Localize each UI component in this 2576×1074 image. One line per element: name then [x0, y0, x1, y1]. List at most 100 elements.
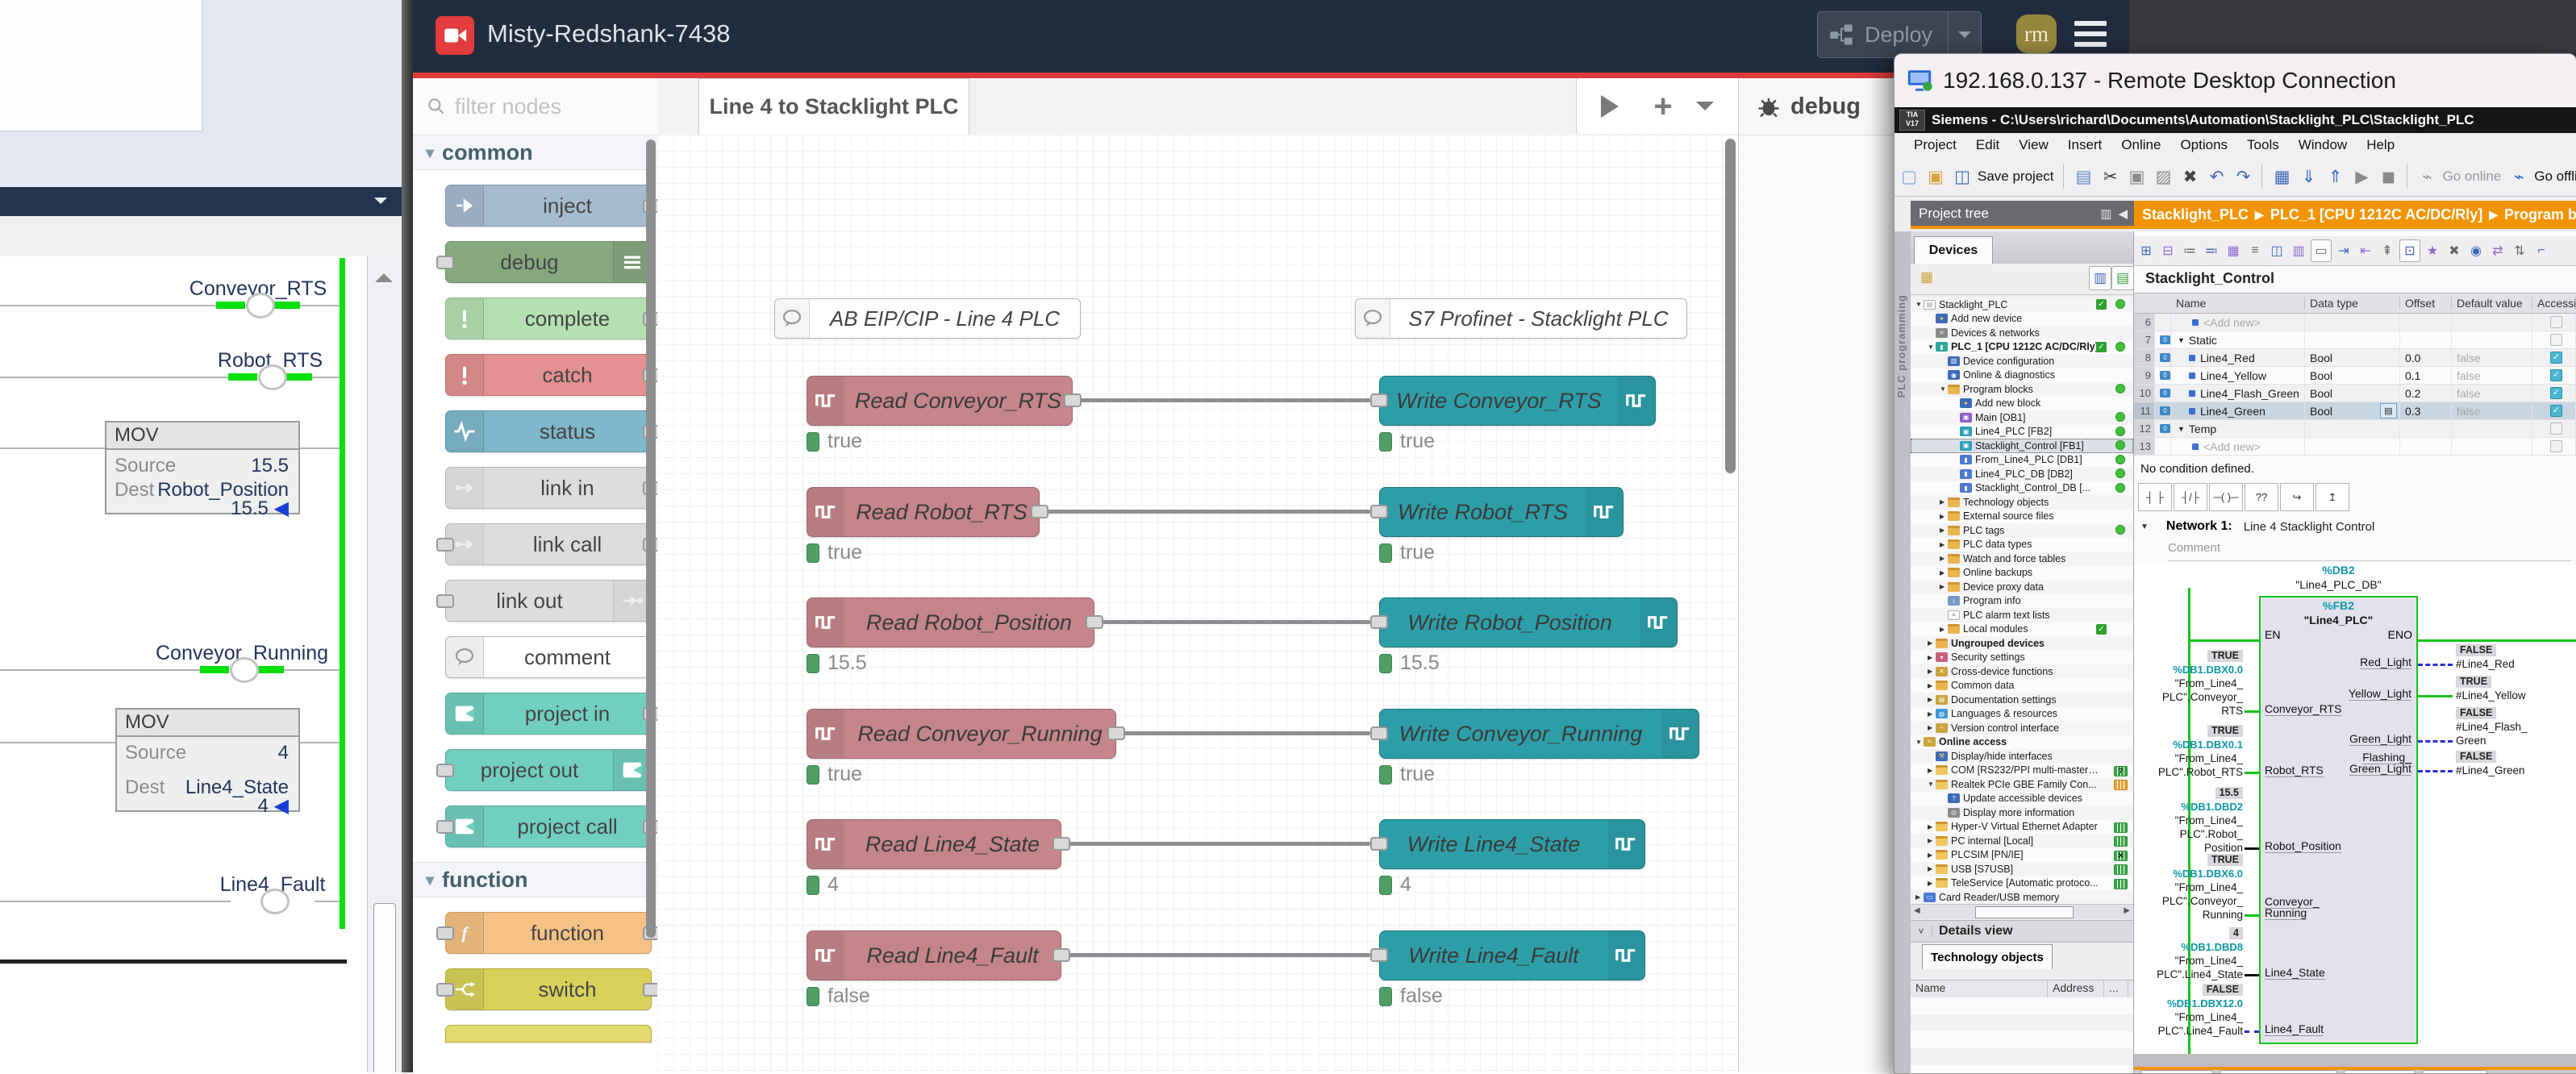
read-node[interactable]: Read Robot_RTS — [807, 487, 1040, 537]
tree-collapsed-icon[interactable]: ▶ — [1928, 837, 1935, 844]
favorite-5-icon[interactable]: ↥ — [2315, 483, 2349, 511]
tree-item-add-new-block[interactable]: ✦Add new block — [1911, 397, 2133, 411]
editor-tool-2-icon[interactable]: ≔ — [2180, 240, 2199, 261]
input-port[interactable] — [436, 764, 454, 777]
input-port[interactable] — [1370, 393, 1388, 407]
tree-item-plcsim-pn-ie-[interactable]: ▶PLCSIM [PN/IE]✕ — [1911, 848, 2133, 863]
tree-item-display-hide-interfaces[interactable]: ⚒Display/hide interfaces — [1911, 749, 2133, 764]
editor-tool-9-icon[interactable]: ⇥ — [2334, 240, 2353, 261]
accessible-checkbox[interactable]: ✓ — [2550, 405, 2562, 417]
input-port[interactable] — [1370, 726, 1388, 740]
var-row-12[interactable]: 120▼Temp — [2134, 420, 2576, 438]
output-port[interactable] — [1064, 393, 1082, 407]
tree-collapsed-icon[interactable]: ▶ — [1940, 498, 1947, 506]
tree-item-watch-and-force-tables[interactable]: ▶Watch and force tables — [1911, 552, 2133, 566]
comment-node[interactable]: S7 Profinet - Stacklight PLC — [1355, 298, 1687, 339]
ladder-scrollbar[interactable] — [367, 256, 402, 1072]
output-coil[interactable] — [230, 657, 259, 683]
go-online-label[interactable]: Go online — [2443, 169, 2502, 185]
details-view-header[interactable]: ˅ Details view — [1911, 920, 2133, 943]
tree-item-ungrouped-devices[interactable]: ▶Ungrouped devices — [1911, 636, 2133, 651]
palette-node-project-out[interactable]: project out — [445, 749, 652, 791]
var-row-6[interactable]: 6<Add new> — [2134, 314, 2576, 331]
undo-icon[interactable]: ↶ — [2205, 164, 2229, 189]
menu-edit[interactable]: Edit — [1976, 137, 1999, 153]
accessible-checkbox[interactable] — [2550, 423, 2562, 435]
output-port[interactable] — [1107, 726, 1125, 740]
tree-collapsed-icon[interactable]: ▶ — [1940, 513, 1947, 520]
compile-icon[interactable]: ▦ — [2270, 164, 2295, 189]
var-row-7[interactable]: 70▼Static — [2134, 331, 2576, 349]
scroll-thumb[interactable] — [373, 903, 396, 1072]
tree-item-usb-s7usb-[interactable]: ▶USB [S7USB] — [1911, 862, 2133, 876]
tree-item-stacklight-control-db-[interactable]: ▮Stacklight_Control_DB [... — [1911, 481, 2133, 496]
output-port[interactable] — [1052, 837, 1070, 851]
output-port[interactable] — [1052, 948, 1070, 962]
filter-nodes-input[interactable] — [453, 94, 634, 120]
output-port[interactable] — [1086, 615, 1103, 629]
main-menu-button[interactable] — [2074, 21, 2107, 52]
go-online-icon[interactable]: ⌁ — [2416, 164, 2440, 189]
save-project-label[interactable]: Save project — [1978, 169, 2054, 185]
tree-item-security-settings[interactable]: ▶▾Security settings — [1911, 651, 2133, 665]
tree-collapsed-icon[interactable]: ▶ — [1915, 893, 1923, 901]
tree-filter-icon[interactable]: ▦ — [1916, 266, 1937, 289]
editor-tool-15-icon[interactable]: ◉ — [2466, 240, 2486, 261]
editor-tool-14-icon[interactable]: ✖ — [2445, 240, 2464, 261]
write-node[interactable]: Write Conveyor_Running — [1379, 709, 1699, 759]
menu-options[interactable]: Options — [2180, 137, 2228, 153]
wire[interactable] — [1103, 620, 1370, 624]
palette-node-link-call[interactable]: link call — [445, 523, 652, 565]
palette-node-status[interactable]: status — [445, 410, 652, 452]
favorite-0-icon[interactable]: ┤ ├ — [2138, 483, 2172, 511]
print-icon[interactable]: ▤ — [2072, 164, 2096, 189]
input-port[interactable] — [436, 926, 454, 940]
tree-item-from-line4-plc-db1-[interactable]: ▮From_Line4_PLC [DB1] — [1911, 453, 2133, 468]
tree-item-online-access[interactable]: ▼⌗Online access — [1911, 735, 2133, 750]
tab-compile[interactable]: Compile — [2344, 1070, 2416, 1073]
tree-item-external-source-files[interactable]: ▶External source files — [1911, 510, 2133, 524]
accessible-checkbox[interactable]: ✓ — [2550, 352, 2562, 364]
tree-collapsed-icon[interactable]: ▶ — [1928, 696, 1935, 703]
favorite-1-icon[interactable]: ┤/├ — [2174, 483, 2207, 511]
stop-cpu-icon[interactable]: ◼ — [2377, 164, 2401, 189]
input-port[interactable] — [1370, 837, 1388, 851]
tree-expanded-icon[interactable]: ▼ — [1940, 385, 1947, 393]
accessible-checkbox[interactable] — [2550, 316, 2562, 328]
tree-collapsed-icon[interactable]: ▶ — [1928, 851, 1935, 859]
tree-collapse-icon[interactable]: ◀ — [2118, 206, 2128, 221]
tree-collapsed-icon[interactable]: ▶ — [1928, 710, 1935, 718]
tree-collapsed-icon[interactable]: ▶ — [1940, 569, 1947, 577]
tree-item-plc-tags[interactable]: ▶PLC tags — [1911, 523, 2133, 538]
tree-item-main-ob1-[interactable]: ▣Main [OB1] — [1911, 410, 2133, 425]
palette-node-link-out[interactable]: link out — [445, 580, 652, 622]
tree-pin-icon[interactable]: ▥ — [2100, 206, 2111, 221]
tab-devices[interactable]: Devices — [1914, 236, 1993, 264]
avatar[interactable]: rm — [2016, 15, 2057, 53]
accessible-checkbox[interactable] — [2550, 334, 2562, 346]
favorite-3-icon[interactable]: ?? — [2245, 483, 2278, 511]
tree-item-stacklight-control-fb1-[interactable]: ▣Stacklight_Control [FB1] — [1911, 439, 2133, 453]
palette-node-project-in[interactable]: project in — [445, 693, 652, 735]
menu-tools[interactable]: Tools — [2247, 137, 2279, 153]
tree-item-teleservice-automatic-protoco-[interactable]: ▶TeleService [Automatic protoco... — [1911, 876, 2133, 891]
menu-window[interactable]: Window — [2299, 137, 2347, 153]
go-offline-icon[interactable]: ⌁ — [2507, 164, 2531, 189]
tree-collapsed-icon[interactable]: ▶ — [1928, 865, 1935, 872]
input-port[interactable] — [436, 538, 454, 552]
tree-item-realtek-pcie-gbe-family-con-[interactable]: ▼Realtek PCIe GBE Family Con... — [1911, 777, 2133, 792]
menu-help[interactable]: Help — [2366, 137, 2395, 153]
breadcrumb-item[interactable]: Program blocks — [2504, 206, 2576, 223]
tree-item-online-diagnostics[interactable]: ◉Online & diagnostics — [1911, 368, 2133, 383]
tree-item-plc-1-cpu-1212c-ac-dc-rly-[interactable]: ▼▮PLC_1 [CPU 1212C AC/DC/Rly]✓ — [1911, 340, 2133, 355]
output-coil[interactable] — [246, 293, 275, 318]
tree-item-line4-plc-db-db2-[interactable]: ▮Line4_PLC_DB [DB2] — [1911, 467, 2133, 481]
palette-node-debug[interactable]: debug — [445, 241, 652, 283]
tree-collapsed-icon[interactable]: ▶ — [1940, 541, 1947, 548]
tree-expanded-icon[interactable]: ▼ — [1915, 301, 1923, 308]
tree-item-line4-plc-fb2-[interactable]: ▣Line4_PLC [FB2] — [1911, 425, 2133, 439]
write-node[interactable]: Write Robot_Position — [1379, 597, 1678, 647]
editor-tool-17-icon[interactable]: ⇅ — [2510, 240, 2529, 261]
tree-view-icon[interactable]: ▥ — [2089, 266, 2111, 290]
favorite-2-icon[interactable]: ─( )─ — [2209, 483, 2243, 511]
